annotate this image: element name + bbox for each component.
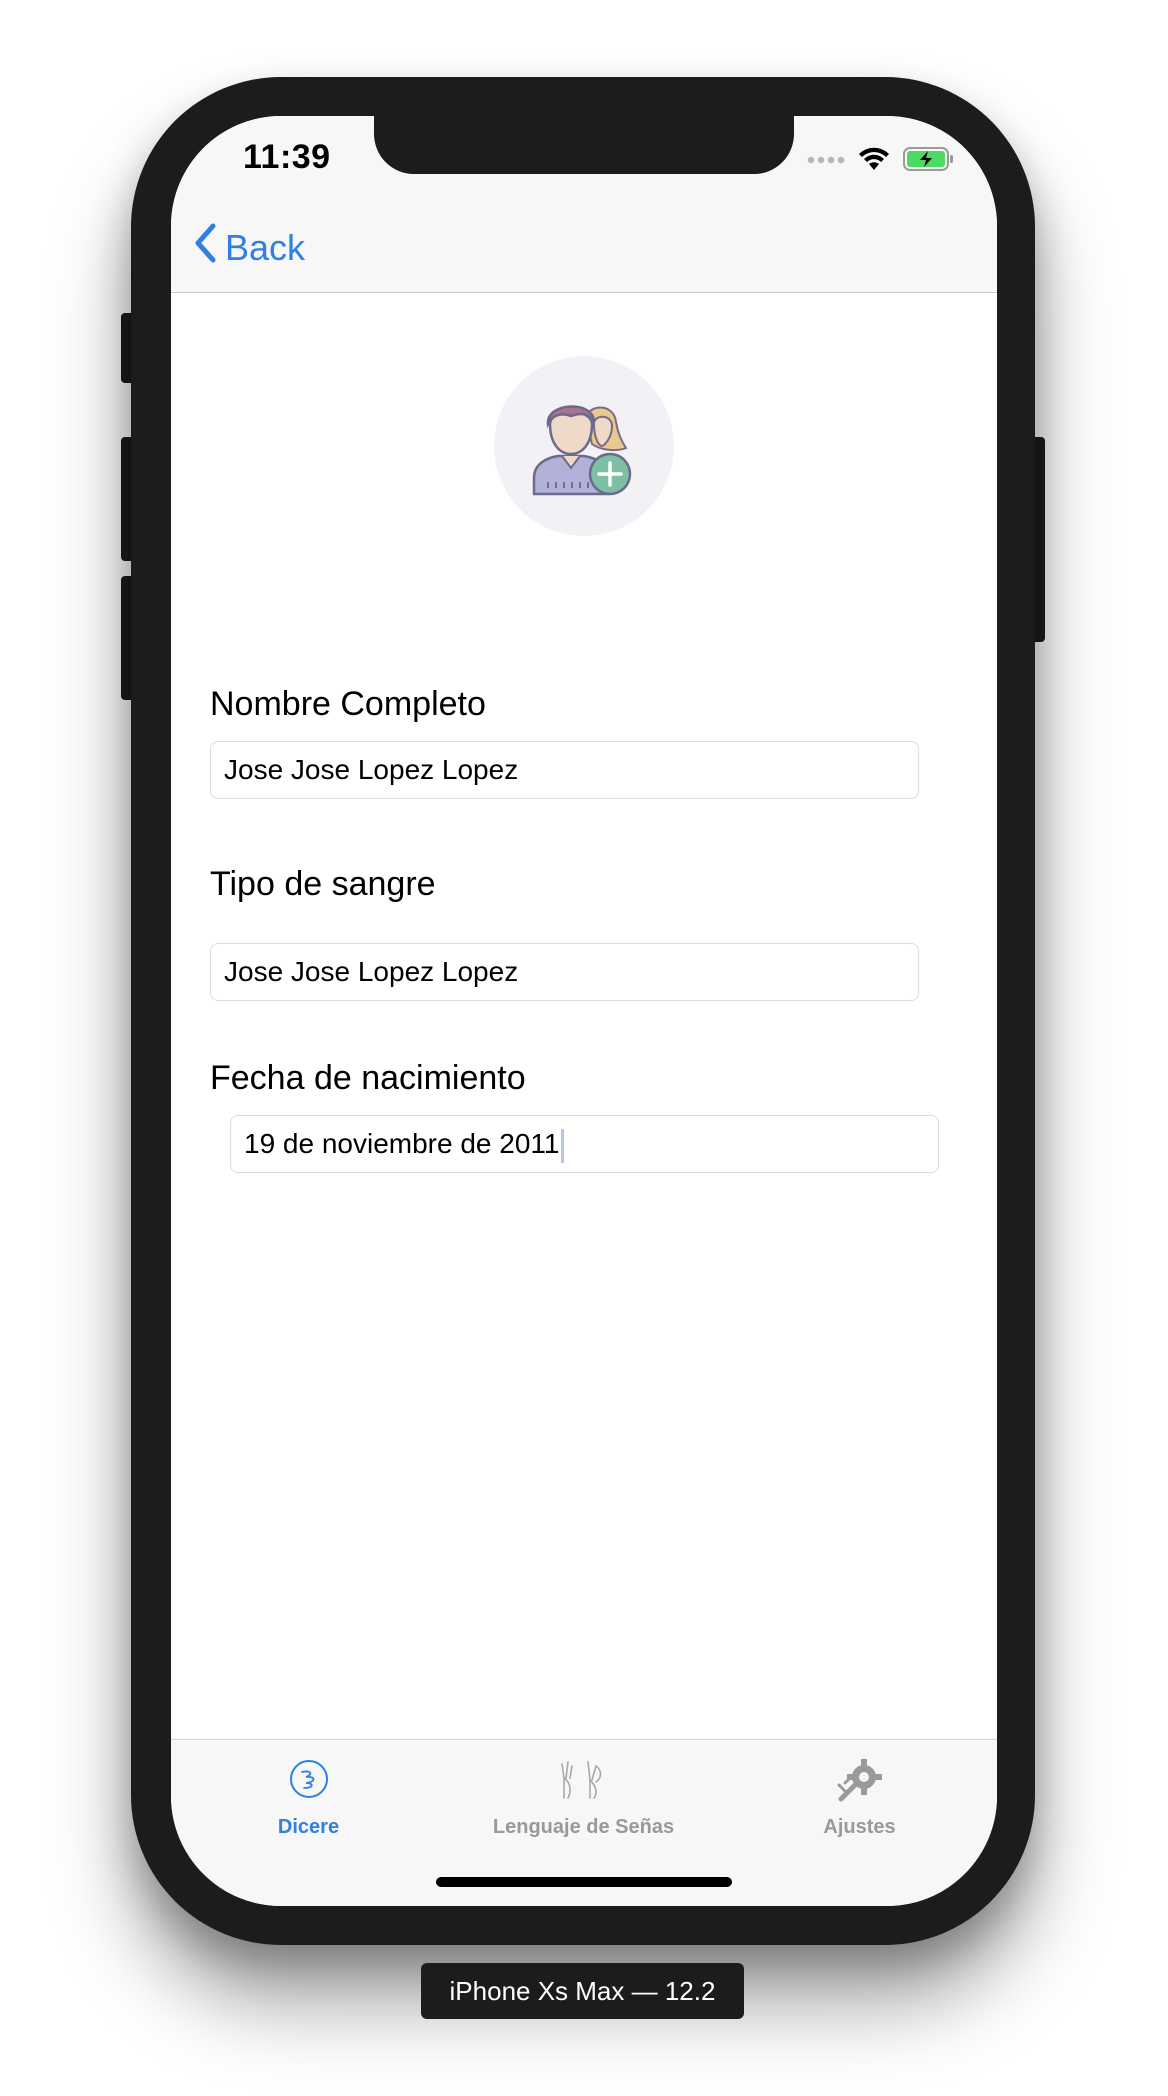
tab-dicere[interactable]: Dicere [171, 1752, 446, 1839]
device-notch [374, 116, 794, 174]
navigation-bar: Back [171, 206, 997, 293]
full-name-input[interactable]: Jose Jose Lopez Lopez [210, 741, 919, 799]
wifi-icon [857, 146, 891, 177]
tab-settings[interactable]: Ajustes [722, 1752, 997, 1839]
birth-date-label: Fecha de nacimiento [210, 1059, 526, 1097]
dicere-icon [288, 1752, 330, 1806]
phone-screen: 11:39 Back Nombre Completo Jose Jose Lop… [171, 116, 997, 1906]
tab-sign-language[interactable]: Lenguaje de Señas [446, 1752, 721, 1839]
tab-sign-language-label: Lenguaje de Señas [492, 1816, 675, 1838]
blood-type-label: Tipo de sangre [210, 865, 436, 903]
status-time: 11:39 [243, 138, 331, 176]
tab-dicere-label: Dicere [277, 1816, 340, 1838]
blood-type-input[interactable]: Jose Jose Lopez Lopez [210, 943, 919, 1001]
sign-language-icon [556, 1752, 612, 1806]
text-cursor [560, 1128, 564, 1163]
status-icons [807, 146, 955, 176]
back-button[interactable]: Back [193, 222, 305, 273]
battery-charging-icon [903, 146, 955, 177]
simulator-stage: 11:39 Back Nombre Completo Jose Jose Lop… [0, 0, 1168, 2096]
back-button-label: Back [225, 226, 306, 268]
device-caption: iPhone Xs Max — 12.2 [421, 1963, 744, 2019]
birth-date-input[interactable]: 19 de noviembre de 2011 [230, 1115, 939, 1173]
tab-settings-label: Ajustes [823, 1816, 896, 1838]
settings-tools-icon [837, 1752, 883, 1806]
full-name-label: Nombre Completo [210, 685, 486, 723]
cellular-signal-icon [807, 152, 845, 170]
home-indicator [436, 1877, 732, 1887]
birth-date-value: 19 de noviembre de 2011 [244, 1128, 560, 1159]
chevron-left-icon [193, 222, 217, 273]
add-user-icon [528, 394, 640, 503]
add-contact-avatar-button[interactable] [494, 356, 674, 536]
